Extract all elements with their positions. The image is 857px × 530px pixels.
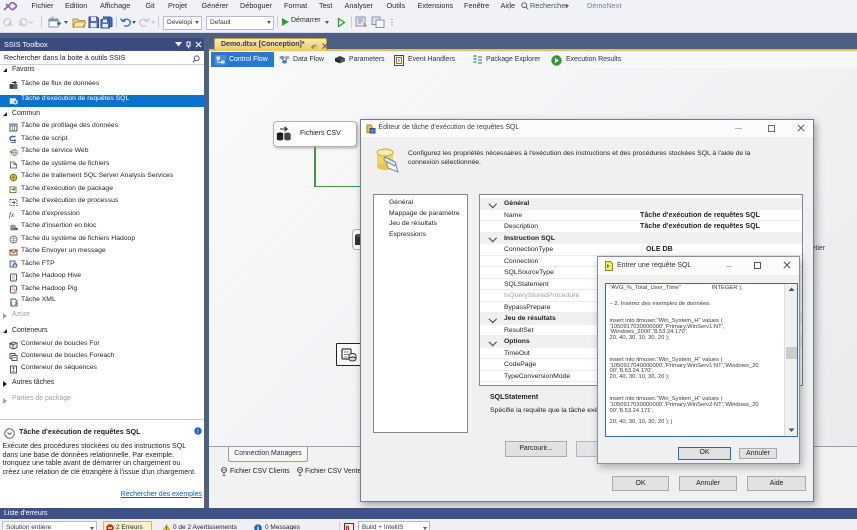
svg-text:8: 8 (346, 525, 350, 530)
svg-text:fx: fx (9, 211, 15, 219)
